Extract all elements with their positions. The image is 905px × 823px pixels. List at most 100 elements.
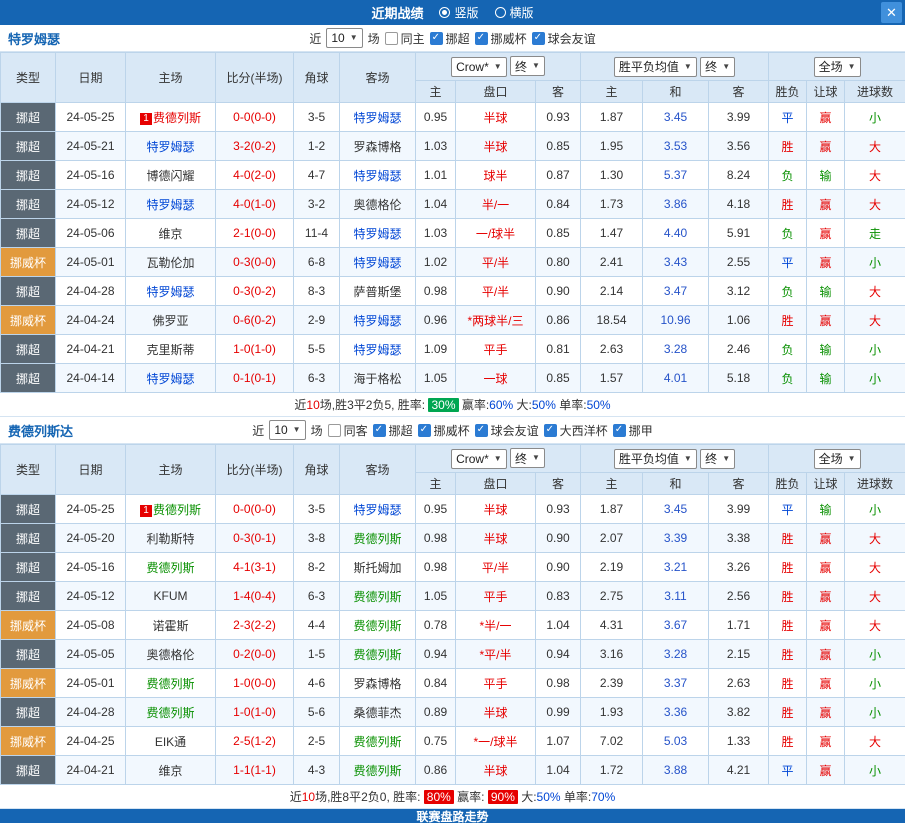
league-badge: 挪威杯: [1, 727, 56, 756]
odds-draw: 4.40: [643, 219, 709, 248]
score: 0-3(0-2): [216, 277, 294, 306]
checkbox-label: 球会友谊: [491, 422, 539, 439]
filter-checkbox[interactable]: 大西洋杯: [544, 422, 608, 439]
filter-checkbox[interactable]: 同客: [328, 422, 368, 439]
odds-stage-select[interactable]: 终▼: [510, 448, 545, 468]
odds-home: 1.73: [581, 190, 643, 219]
result-handicap: 赢: [807, 756, 845, 785]
filter-checkbox[interactable]: 球会友谊: [532, 30, 596, 47]
ah-away-odds: 0.80: [536, 248, 581, 277]
bookmaker-select[interactable]: Crow*▼: [451, 449, 507, 469]
filter-checkbox[interactable]: 挪超: [430, 30, 470, 47]
radio-horizontal[interactable]: 横版: [495, 4, 534, 21]
avg-select[interactable]: 胜平负均值▼: [614, 57, 697, 77]
ah-away-odds: 0.86: [536, 306, 581, 335]
home-team-name: 奥德格伦: [146, 648, 194, 662]
summary-line: 近10场,胜8平2负0, 胜率: 80% 赢率: 90% 大:50% 单率:70…: [0, 785, 905, 809]
filter-checkbox[interactable]: 挪超: [373, 422, 413, 439]
checkbox-icon[interactable]: [418, 424, 431, 437]
score: 4-0(1-0): [216, 190, 294, 219]
home-team-name: 费德列斯: [153, 111, 201, 125]
close-button[interactable]: ✕: [881, 2, 902, 23]
filter-checkbox[interactable]: 挪威杯: [418, 422, 470, 439]
games-label: 场: [311, 422, 323, 439]
checkbox-icon[interactable]: [430, 32, 443, 45]
home-team-name: 费德列斯: [153, 503, 201, 517]
avg-select[interactable]: 胜平负均值▼: [614, 449, 697, 469]
filter-checkbox[interactable]: 同主: [385, 30, 425, 47]
score: 1-0(0-0): [216, 669, 294, 698]
score: 4-1(3-1): [216, 553, 294, 582]
home-team-cell: EIK通: [126, 727, 216, 756]
checkbox-label: 挪超: [389, 422, 413, 439]
filter-checkbox[interactable]: 球会友谊: [475, 422, 539, 439]
ah-home-odds: 1.03: [416, 219, 456, 248]
radio-selected-icon[interactable]: [439, 7, 450, 18]
corners: 2-9: [294, 306, 340, 335]
league-badge: 挪超: [1, 132, 56, 161]
ah-away-odds: 0.85: [536, 132, 581, 161]
ah-away-odds: 1.04: [536, 756, 581, 785]
home-team-cell: 1费德列斯: [126, 103, 216, 132]
ah-home-odds: 0.95: [416, 495, 456, 524]
ah-home-odds: 0.75: [416, 727, 456, 756]
home-team-cell: 博德闪耀: [126, 161, 216, 190]
checkbox-icon[interactable]: [475, 424, 488, 437]
ah-away-odds: 0.90: [536, 524, 581, 553]
filter-checkbox[interactable]: 挪甲: [613, 422, 653, 439]
score: 1-0(1-0): [216, 335, 294, 364]
odds-draw: 3.37: [643, 669, 709, 698]
match-row: 挪威杯 24-04-24 佛罗亚 0-6(0-2) 2-9 特罗姆瑟 0.96 …: [1, 306, 905, 335]
filter-checkbox[interactable]: 挪威杯: [475, 30, 527, 47]
away-team-name: 特罗姆瑟: [353, 314, 401, 328]
chevron-down-icon: ▼: [494, 455, 502, 463]
col-date: 日期: [56, 445, 126, 495]
away-team-cell: 桑德菲杰: [340, 698, 416, 727]
scope-select[interactable]: 全场▼: [814, 57, 861, 77]
avg-stage-select[interactable]: 终▼: [700, 449, 735, 469]
league-badge: 挪威杯: [1, 611, 56, 640]
radio-unselected-icon[interactable]: [495, 7, 506, 18]
checkbox-label: 同主: [401, 30, 425, 47]
away-team-cell: 萨普斯堡: [340, 277, 416, 306]
sub-handicap-result: 让球: [807, 473, 845, 495]
home-team-cell: 维京: [126, 756, 216, 785]
odds-stage-select[interactable]: 终▼: [510, 56, 545, 76]
sub-goals-result: 进球数: [845, 81, 905, 103]
away-team-name: 罗森博格: [353, 140, 401, 154]
sub-odds-home: 主: [581, 81, 643, 103]
result-handicap: 赢: [807, 190, 845, 219]
sub-handicap: 盘口: [456, 81, 536, 103]
checkbox-icon[interactable]: [613, 424, 626, 437]
result-goals: 大: [845, 582, 905, 611]
away-team-cell: 费德列斯: [340, 582, 416, 611]
match-row: 挪超 24-04-21 维京 1-1(1-1) 4-3 费德列斯 0.86 半球…: [1, 756, 905, 785]
avg-stage-select[interactable]: 终▼: [700, 57, 735, 77]
corners: 6-8: [294, 248, 340, 277]
checkbox-icon[interactable]: [475, 32, 488, 45]
league-badge: 挪超: [1, 495, 56, 524]
sub-ah-away: 客: [536, 81, 581, 103]
results-body: 挪超 24-05-25 1费德列斯 0-0(0-0) 3-5 特罗姆瑟 0.95…: [1, 495, 905, 785]
checkbox-icon[interactable]: [532, 32, 545, 45]
scope-select[interactable]: 全场▼: [814, 449, 861, 469]
chevron-down-icon: ▼: [684, 63, 692, 71]
ah-away-odds: 0.90: [536, 277, 581, 306]
radio-vertical[interactable]: 竖版: [439, 4, 478, 21]
league-badge: 挪超: [1, 553, 56, 582]
match-count-select[interactable]: 10▼: [326, 28, 362, 48]
match-date: 24-05-12: [56, 190, 126, 219]
away-team-name: 罗森博格: [353, 677, 401, 691]
match-date: 24-05-06: [56, 219, 126, 248]
checkbox-icon[interactable]: [328, 424, 341, 437]
checkbox-icon[interactable]: [373, 424, 386, 437]
match-date: 24-04-28: [56, 698, 126, 727]
near-label: 近: [309, 30, 321, 47]
odds-draw: 3.21: [643, 553, 709, 582]
checkbox-icon[interactable]: [544, 424, 557, 437]
bookmaker-select[interactable]: Crow*▼: [451, 57, 507, 77]
corners: 2-5: [294, 727, 340, 756]
match-row: 挪超 24-04-21 克里斯蒂 1-0(1-0) 5-5 特罗姆瑟 1.09 …: [1, 335, 905, 364]
match-count-select[interactable]: 10▼: [269, 420, 305, 440]
checkbox-icon[interactable]: [385, 32, 398, 45]
